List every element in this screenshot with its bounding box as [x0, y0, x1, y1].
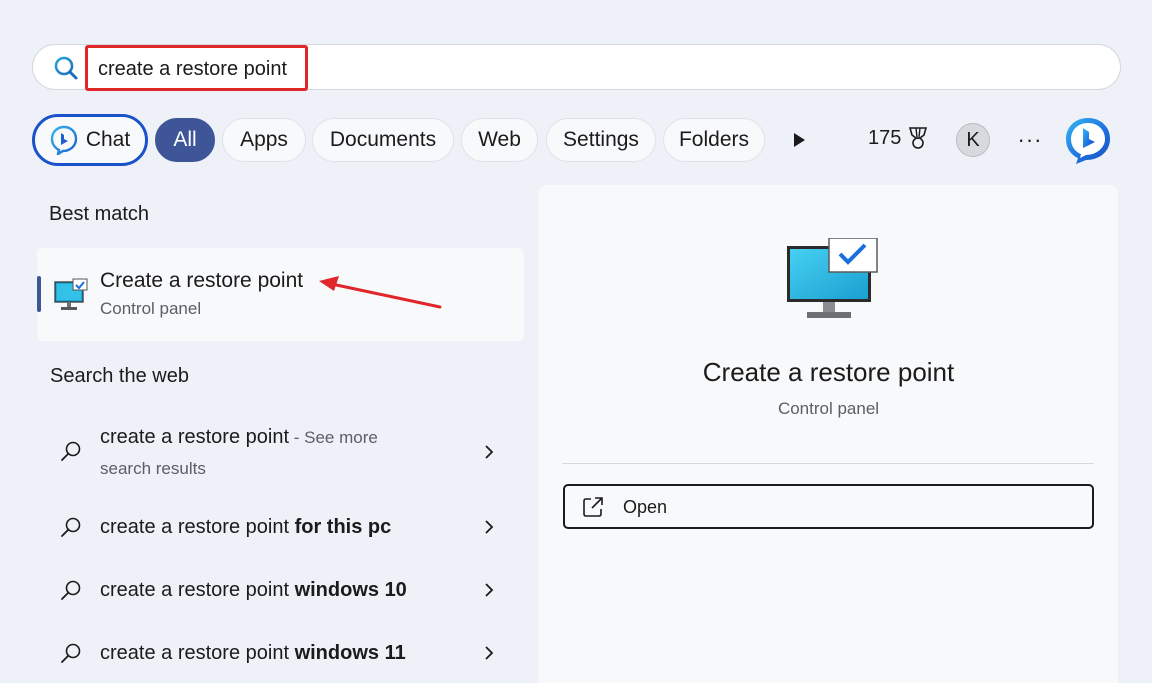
- bing-icon[interactable]: [1062, 114, 1114, 166]
- search-icon: [54, 56, 78, 80]
- annotation-arrow-icon: [319, 276, 442, 309]
- settings-filter-button[interactable]: Settings: [546, 118, 656, 162]
- open-external-icon: [583, 497, 603, 517]
- system-restore-icon: [787, 238, 878, 318]
- filter-chips: Chat All Apps Documents Web Settings Fol…: [32, 114, 1122, 166]
- web-result-row[interactable]: create a restore point - See more search…: [52, 422, 512, 484]
- best-match-subtitle: Control panel: [100, 299, 202, 318]
- search-icon: [61, 517, 81, 537]
- avatar[interactable]: K: [956, 123, 990, 157]
- more-options-button[interactable]: ···: [1016, 126, 1044, 154]
- web-result-row[interactable]: create a restore point windows 11: [52, 638, 512, 668]
- web-result-text: create a restore point windows 10: [100, 575, 407, 605]
- search-icon: [61, 643, 81, 663]
- more-filters-play-button[interactable]: [787, 129, 811, 151]
- web-result-query: create a restore point: [100, 579, 295, 601]
- open-button[interactable]: Open: [563, 484, 1094, 529]
- system-restore-icon: [54, 278, 88, 310]
- web-result-text: create a restore point windows 11: [100, 638, 406, 668]
- play-icon: [794, 133, 805, 147]
- best-match-name: Create a restore point: [100, 269, 304, 292]
- search-icon: [61, 441, 81, 461]
- search-input[interactable]: [98, 57, 303, 81]
- rewards-points[interactable]: 175: [868, 126, 929, 150]
- selection-accent-bar: [37, 276, 41, 312]
- detail-pane: Create a restore point Control panel Ope…: [539, 185, 1118, 683]
- web-result-see-more: - See more: [289, 428, 378, 447]
- web-result-suggestion: windows 10: [294, 579, 407, 601]
- all-filter-button[interactable]: All: [155, 118, 215, 162]
- web-filter-button[interactable]: Web: [461, 118, 538, 162]
- chevron-right-icon: [485, 520, 494, 534]
- open-button-label: Open: [623, 497, 668, 517]
- web-result-text: create a restore point for this pc: [100, 512, 391, 542]
- web-result-row[interactable]: create a restore point windows 10: [52, 575, 512, 605]
- web-result-query: create a restore point: [100, 426, 289, 448]
- web-result-row[interactable]: create a restore point for this pc: [52, 512, 512, 542]
- web-result-suggestion: for this pc: [294, 516, 392, 538]
- chat-filter-label: Chat: [85, 128, 131, 151]
- folders-filter-button[interactable]: Folders: [663, 118, 765, 162]
- search-the-web-heading: Search the web: [50, 365, 189, 387]
- web-result-text: create a restore point - See more search…: [100, 422, 378, 484]
- divider: [562, 463, 1094, 464]
- detail-title: Create a restore point: [702, 357, 955, 387]
- chevron-right-icon: [485, 583, 494, 597]
- search-bar[interactable]: [32, 44, 1121, 91]
- bing-chat-icon: [50, 125, 78, 155]
- apps-filter-button[interactable]: Apps: [222, 118, 306, 162]
- web-result-query: create a restore point: [100, 642, 295, 664]
- search-highlight-box: [85, 45, 308, 91]
- chevron-right-icon: [485, 646, 494, 660]
- web-result-suggestion: windows 11: [294, 642, 406, 664]
- documents-filter-button[interactable]: Documents: [312, 118, 454, 162]
- rewards-points-value: 175: [868, 126, 902, 149]
- web-result-query: create a restore point: [100, 516, 295, 538]
- detail-subtitle: Control panel: [777, 399, 880, 418]
- best-match-heading: Best match: [49, 203, 150, 225]
- chevron-right-icon: [485, 445, 494, 459]
- web-result-see-more-cont: search results: [100, 459, 206, 478]
- search-icon: [61, 580, 81, 600]
- trophy-icon: [909, 127, 928, 149]
- chat-filter-button[interactable]: Chat: [32, 114, 148, 166]
- best-match-item[interactable]: Create a restore point Control panel: [37, 248, 524, 341]
